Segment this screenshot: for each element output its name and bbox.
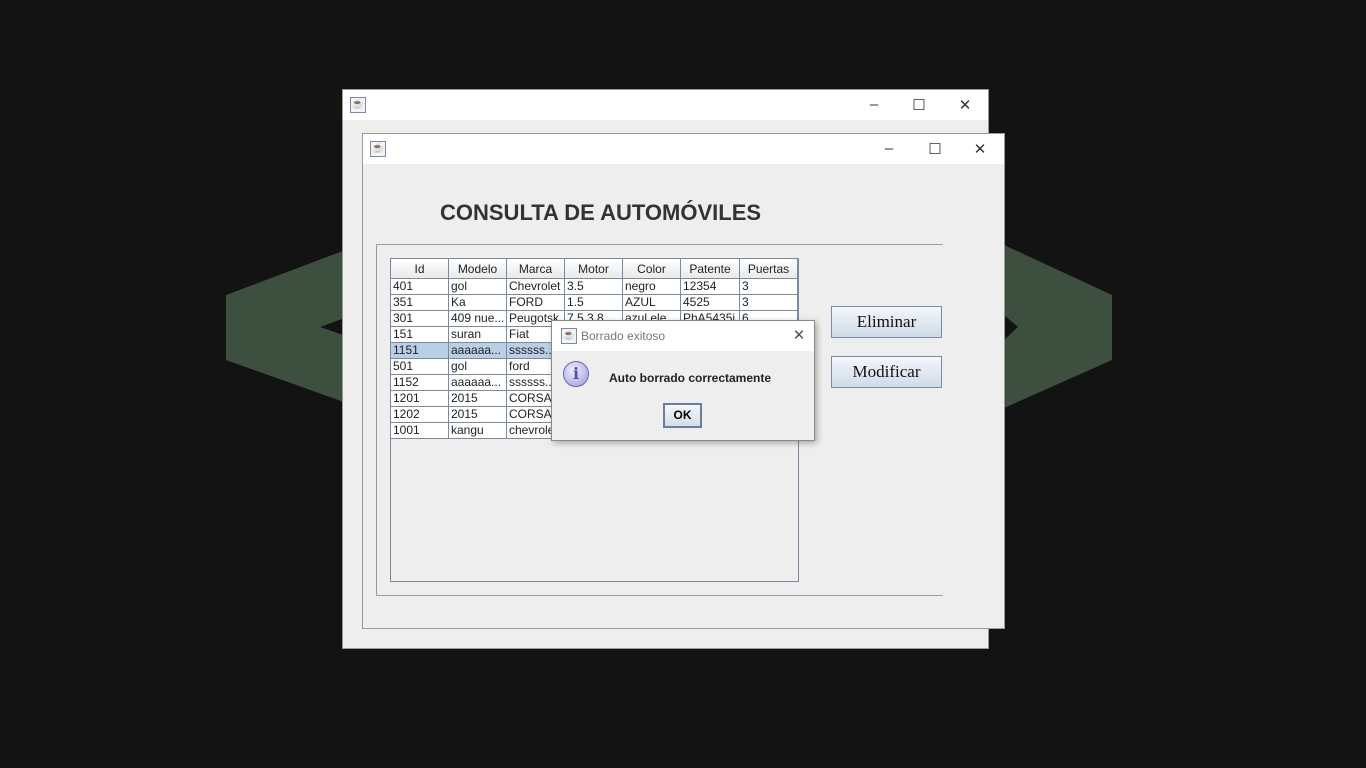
- title-bar: ☕ – ☐ ✕: [363, 134, 1004, 164]
- dialog-message: Auto borrado correctamente: [609, 371, 772, 385]
- table-cell[interactable]: AZUL: [623, 295, 681, 311]
- title-bar: ☕ – ☐ ✕: [343, 90, 988, 120]
- table-cell[interactable]: aaaaaa...: [449, 343, 507, 359]
- table-cell[interactable]: 151: [391, 327, 449, 343]
- divider: [376, 595, 943, 596]
- table-cell[interactable]: 3: [740, 295, 798, 311]
- column-header[interactable]: Color: [623, 259, 681, 279]
- table-cell[interactable]: 301: [391, 311, 449, 327]
- table-cell[interactable]: aaaaaa...: [449, 375, 507, 391]
- modify-button[interactable]: Modificar: [831, 356, 942, 388]
- table-cell[interactable]: 1001: [391, 423, 449, 439]
- table-cell[interactable]: kangu: [449, 423, 507, 439]
- page-title: CONSULTA DE AUTOMÓVILES: [440, 200, 762, 225]
- table-cell[interactable]: 12354: [681, 279, 740, 295]
- table-cell[interactable]: suran: [449, 327, 507, 343]
- table-cell[interactable]: 2015: [449, 407, 507, 423]
- column-header[interactable]: Patente: [681, 259, 740, 279]
- table-cell[interactable]: 1202: [391, 407, 449, 423]
- table-cell[interactable]: 4525: [681, 295, 740, 311]
- table-cell[interactable]: 1201: [391, 391, 449, 407]
- info-icon: i: [563, 361, 589, 387]
- dialog-title-bar: ☕ Borrado exitoso ✕: [552, 321, 814, 351]
- table-cell[interactable]: 409 nue...: [449, 311, 507, 327]
- success-dialog: ☕ Borrado exitoso ✕ i Auto borrado corre…: [551, 320, 815, 441]
- column-header[interactable]: Motor: [565, 259, 623, 279]
- divider: [376, 244, 943, 245]
- table-cell[interactable]: Ka: [449, 295, 507, 311]
- table-header: Id Modelo Marca Motor Color Patente Puertas: [391, 259, 798, 279]
- table-cell[interactable]: gol: [449, 359, 507, 375]
- table-cell[interactable]: 501: [391, 359, 449, 375]
- close-button[interactable]: ✕: [970, 140, 990, 158]
- close-button[interactable]: ✕: [955, 96, 975, 114]
- table-cell[interactable]: FORD: [507, 295, 565, 311]
- ok-button[interactable]: OK: [663, 403, 702, 428]
- maximize-button[interactable]: ☐: [909, 96, 929, 114]
- table-cell[interactable]: 1151: [391, 343, 449, 359]
- table-cell[interactable]: 401: [391, 279, 449, 295]
- close-button[interactable]: ✕: [789, 326, 809, 344]
- divider: [376, 244, 377, 596]
- minimize-button[interactable]: –: [879, 140, 899, 157]
- java-icon: ☕: [561, 328, 577, 344]
- column-header[interactable]: Puertas: [740, 259, 798, 279]
- maximize-button[interactable]: ☐: [925, 140, 945, 158]
- delete-button[interactable]: Eliminar: [831, 306, 942, 338]
- column-header[interactable]: Marca: [507, 259, 565, 279]
- table-cell[interactable]: negro: [623, 279, 681, 295]
- table-cell[interactable]: 3: [740, 279, 798, 295]
- dialog-title: Borrado exitoso: [581, 329, 666, 343]
- column-header[interactable]: Id: [391, 259, 449, 279]
- table-cell[interactable]: 1152: [391, 375, 449, 391]
- java-icon: ☕: [350, 97, 366, 113]
- table-cell[interactable]: 1.5: [565, 295, 623, 311]
- table-cell[interactable]: Chevrolet: [507, 279, 565, 295]
- table-cell[interactable]: 2015: [449, 391, 507, 407]
- minimize-button[interactable]: –: [864, 96, 884, 113]
- table-cell[interactable]: 3.5: [565, 279, 623, 295]
- table-row[interactable]: 351 Ka FORD 1.5 AZUL 4525 3: [391, 295, 798, 311]
- java-icon: ☕: [370, 141, 386, 157]
- table-cell[interactable]: 351: [391, 295, 449, 311]
- column-header[interactable]: Modelo: [449, 259, 507, 279]
- table-row[interactable]: 401 gol Chevrolet 3.5 negro 12354 3: [391, 279, 798, 295]
- table-cell[interactable]: gol: [449, 279, 507, 295]
